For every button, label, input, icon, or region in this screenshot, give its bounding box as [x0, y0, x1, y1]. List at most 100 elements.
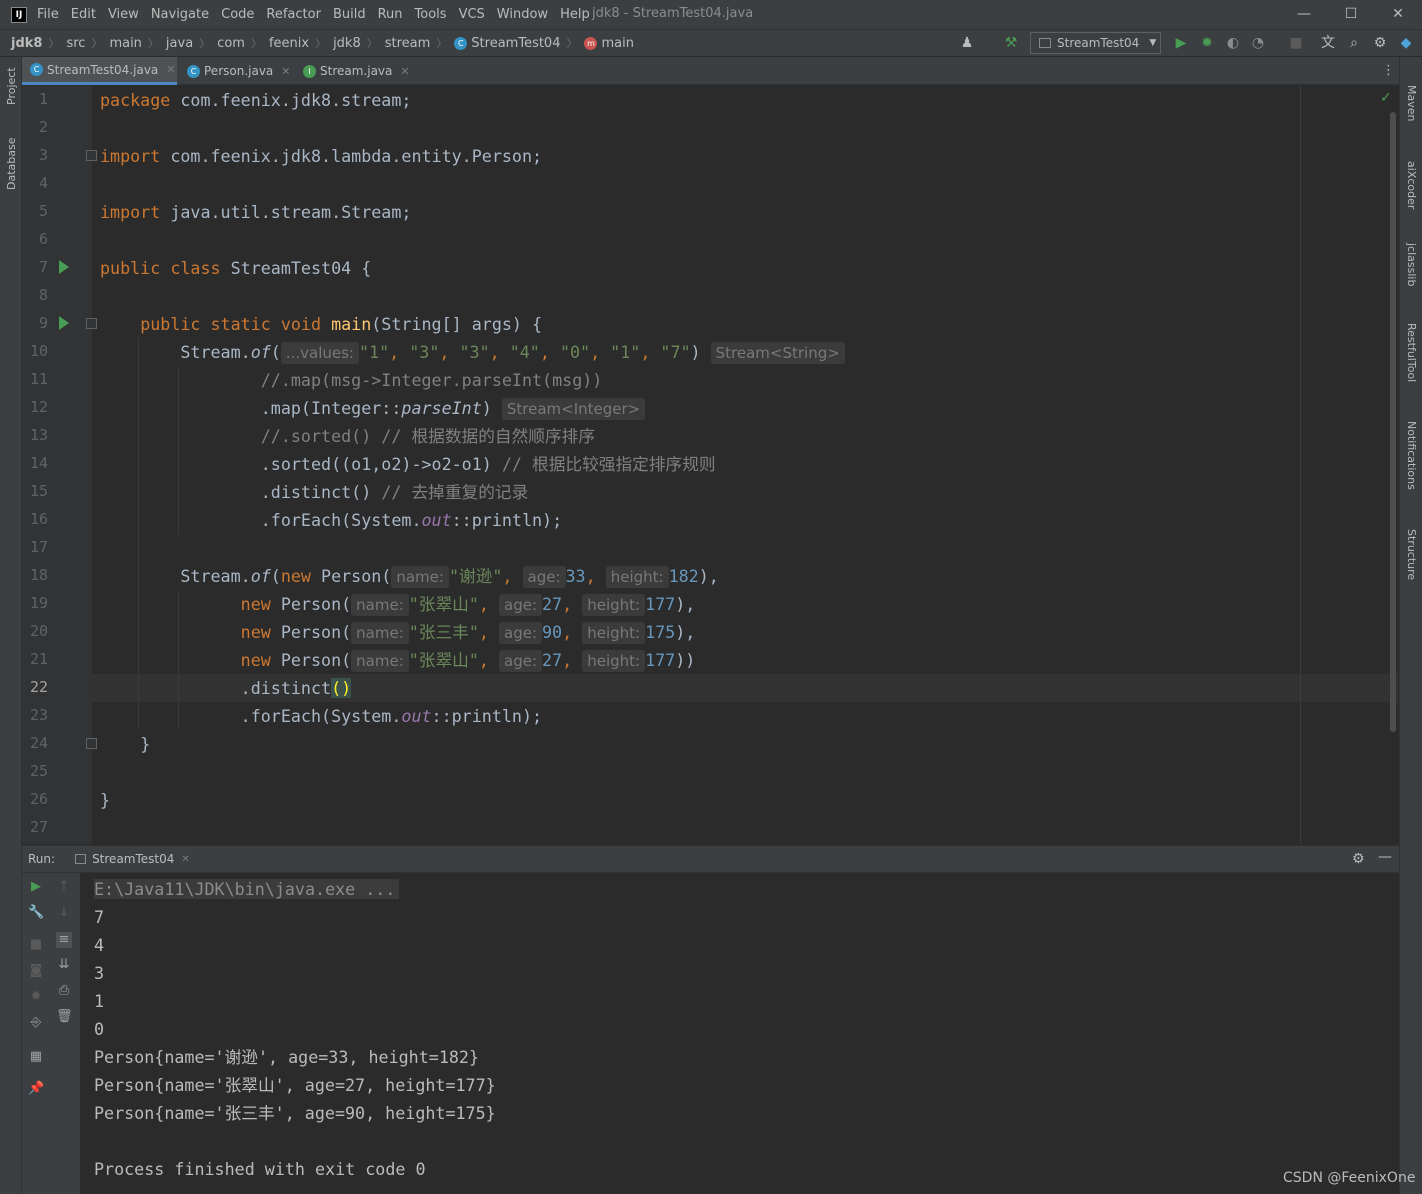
line-number: 17 — [29, 538, 48, 556]
method-icon: m — [584, 36, 598, 50]
menu-help[interactable]: Help — [560, 7, 590, 22]
debug-bug-icon[interactable]: ✹ — [28, 989, 44, 1005]
line-number: 25 — [29, 762, 48, 780]
more-tabs-icon[interactable]: ⋮ — [1382, 63, 1395, 78]
window-title: jdk8 - StreamTest04.java — [592, 6, 754, 21]
breadcrumb-java[interactable]: java — [166, 36, 193, 51]
console-output-line: Person{name='谢逊', age=33, height=182} — [94, 1047, 480, 1067]
line-number: 19 — [29, 594, 48, 612]
menu-tools[interactable]: Tools — [415, 7, 447, 22]
menu-refactor[interactable]: Refactor — [266, 7, 321, 22]
build-hammer-icon[interactable]: ⚒ — [1002, 34, 1020, 52]
tab-person[interactable]: C Person.java ✕ — [179, 57, 294, 85]
code-editor[interactable]: 1 2 3 4 5 6 7 8 9 10 11 12 13 14 15 16 1… — [22, 86, 1399, 844]
soft-wrap-icon[interactable]: ≡ — [56, 932, 72, 948]
close-icon[interactable]: ✕ — [166, 63, 175, 76]
gear-icon[interactable]: ⚙ — [1352, 851, 1365, 867]
menu-vcs[interactable]: VCS — [459, 7, 485, 22]
breadcrumb-method[interactable]: main — [601, 36, 633, 51]
aixcoder-tool-tab[interactable]: aiXcoder — [1405, 161, 1418, 209]
close-icon[interactable]: ✕ — [181, 854, 189, 865]
code-line: public class StreamTest04 { — [100, 258, 372, 278]
maximize-button[interactable]: ☐ — [1341, 4, 1361, 24]
type-hint: Stream<String> — [710, 342, 845, 364]
stop-icon[interactable]: ■ — [1287, 34, 1305, 52]
database-tool-tab[interactable]: Database — [5, 138, 18, 191]
run-gutter-icon[interactable] — [59, 260, 69, 274]
line-number: 7 — [38, 258, 48, 276]
fold-icon[interactable] — [86, 318, 97, 329]
close-icon[interactable]: ✕ — [281, 65, 290, 78]
run-console[interactable]: ▶ ↑ 🔧 ↓ ≡ ■ ⇊ ◙ ⎙ ✹ 🗑 ⎆ ▦ 📌 E:\Java11\JD… — [22, 873, 1399, 1194]
breadcrumb-com[interactable]: com — [217, 36, 245, 51]
breadcrumb-class[interactable]: StreamTest04 — [471, 36, 560, 51]
close-button[interactable]: ✕ — [1388, 4, 1408, 24]
profile-icon[interactable]: ◔ — [1249, 34, 1267, 52]
menu-window[interactable]: Window — [497, 7, 548, 22]
tab-stream[interactable]: I Stream.java ✕ — [295, 57, 413, 85]
gear-icon[interactable]: ⚙ — [1371, 34, 1389, 52]
breadcrumb-project[interactable]: jdk8 — [11, 36, 42, 51]
console-output-line: Person{name='张三丰', age=90, height=175} — [94, 1103, 496, 1123]
arrow-up-icon[interactable]: ↑ — [56, 879, 72, 895]
search-icon[interactable]: ⌕ — [1345, 34, 1363, 52]
run-gutter-icon[interactable] — [59, 316, 69, 330]
minimize-button[interactable]: — — [1294, 4, 1314, 24]
menu-code[interactable]: Code — [221, 7, 254, 22]
exit-icon[interactable]: ⎆ — [28, 1015, 44, 1031]
camera-icon[interactable]: ◙ — [28, 963, 44, 979]
breadcrumb-stream[interactable]: stream — [385, 36, 431, 51]
code-line: } — [140, 734, 151, 754]
notifications-tool-tab[interactable]: Notifications — [1405, 421, 1418, 490]
structure-tool-tab[interactable]: Structure — [1405, 529, 1418, 580]
breadcrumb-jdk8[interactable]: jdk8 — [333, 36, 361, 51]
project-tool-tab[interactable]: Project — [5, 67, 18, 105]
user-icon[interactable]: ♟ — [958, 34, 976, 52]
pin-icon[interactable]: 📌 — [28, 1081, 44, 1097]
menu-edit[interactable]: Edit — [71, 7, 96, 22]
fold-icon[interactable] — [86, 150, 97, 161]
wrench-icon[interactable]: 🔧 — [28, 905, 44, 921]
debug-icon[interactable]: ✹ — [1198, 34, 1216, 52]
run-configuration-select[interactable]: StreamTest04 ▼ — [1030, 32, 1161, 54]
breadcrumb-src[interactable]: src — [66, 36, 85, 51]
jclasslib-tool-tab[interactable]: jclasslib — [1405, 243, 1418, 286]
run-tool-header: Run: StreamTest04 ✕ ⚙ — — [22, 845, 1399, 873]
maven-tool-tab[interactable]: Maven — [1405, 85, 1418, 121]
tab-streamtest04[interactable]: C StreamTest04.java ✕ — [22, 57, 177, 85]
line-number: 2 — [38, 118, 48, 136]
breadcrumb-main[interactable]: main — [109, 36, 141, 51]
code-line: package com.feenix.jdk8.stream; — [100, 90, 412, 110]
menu-view[interactable]: View — [108, 7, 139, 22]
code-line: import com.feenix.jdk8.lambda.entity.Per… — [100, 146, 543, 166]
arrow-down-icon[interactable]: ↓ — [56, 905, 72, 921]
console-output-line: 3 — [94, 963, 105, 983]
breadcrumb-feenix[interactable]: feenix — [269, 36, 309, 51]
restfultool-tool-tab[interactable]: RestfulTool — [1405, 323, 1418, 382]
console-exit-line: Process finished with exit code 0 — [94, 1159, 426, 1179]
left-tool-strip: Project Database — [0, 57, 22, 1194]
line-number: 21 — [29, 650, 48, 668]
print-icon[interactable]: ⎙ — [56, 983, 72, 999]
menu-navigate[interactable]: Navigate — [151, 7, 209, 22]
editor-scrollbar[interactable] — [1390, 112, 1396, 732]
layout-icon[interactable]: ▦ — [28, 1049, 44, 1065]
trash-icon[interactable]: 🗑 — [56, 1009, 73, 1025]
close-icon[interactable]: ✕ — [400, 65, 409, 78]
rerun-icon[interactable]: ▶ — [28, 879, 44, 895]
stop-icon[interactable]: ■ — [28, 937, 44, 953]
run-icon[interactable]: ▶ — [1172, 34, 1190, 52]
hide-panel-icon[interactable]: — — [1378, 849, 1392, 865]
menu-run[interactable]: Run — [378, 7, 403, 22]
run-toolbar: ▶ ↑ 🔧 ↓ ≡ ■ ⇊ ◙ ⎙ ✹ 🗑 ⎆ ▦ 📌 — [22, 873, 80, 1194]
coverage-icon[interactable]: ◐ — [1224, 34, 1242, 52]
fold-icon[interactable] — [86, 738, 97, 749]
code-line: //.map(msg->Integer.parseInt(msg)) — [260, 370, 603, 390]
run-tab[interactable]: StreamTest04 ✕ — [75, 852, 190, 866]
menu-file[interactable]: File — [37, 7, 59, 22]
menu-build[interactable]: Build — [333, 7, 366, 22]
scroll-to-end-icon[interactable]: ⇊ — [56, 957, 72, 973]
translate-icon[interactable]: 文 — [1319, 34, 1337, 52]
plugin-icon[interactable]: ◆ — [1397, 34, 1415, 52]
code-line: new Person(name: "张翠山", age: 27, height: 17… — [240, 650, 696, 672]
